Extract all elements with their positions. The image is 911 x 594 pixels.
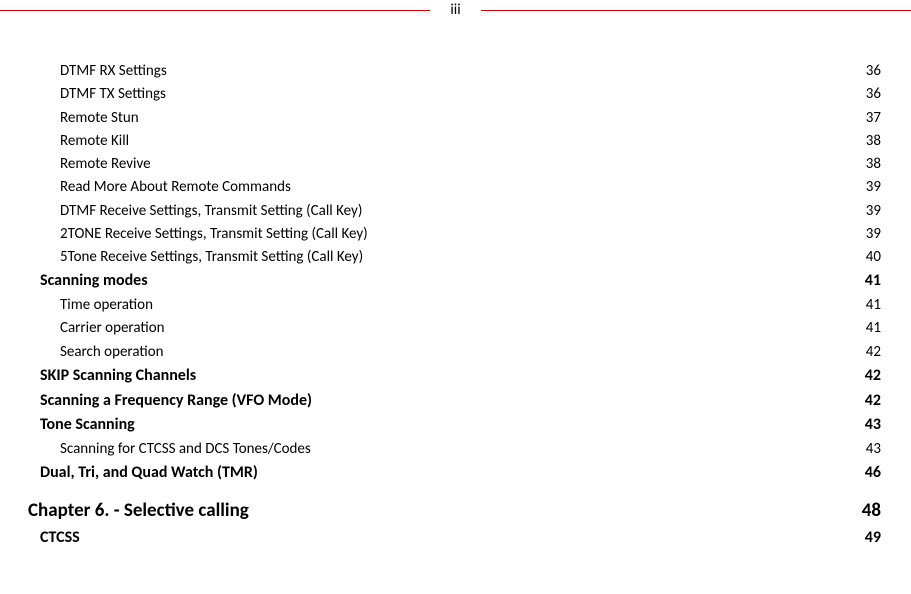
toc-entry-title: Time operation (60, 294, 153, 317)
toc-entry-page: 43 (865, 413, 883, 438)
toc-entry-page: 38 (866, 153, 883, 176)
toc-entry-page: 36 (866, 60, 883, 83)
toc-entry-title: Search operation (60, 341, 164, 364)
page-header: iii (0, 0, 911, 20)
toc-row: Scanning for CTCSS and DCS Tones/Codes 43 (28, 438, 883, 461)
toc-row: Carrier operation 41 (28, 317, 883, 340)
toc-entry-title: Scanning a Frequency Range (VFO Mode) (40, 389, 312, 414)
toc-row: Time operation 41 (28, 294, 883, 317)
toc-row: Read More About Remote Commands 39 (28, 176, 883, 199)
toc-entry-title: Dual, Tri, and Quad Watch (TMR) (40, 461, 258, 486)
toc-row: Dual, Tri, and Quad Watch (TMR) 46 (28, 461, 883, 486)
toc-entry-page: 41 (866, 317, 883, 340)
toc-row: CTCSS 49 (28, 526, 883, 551)
toc-entry-page: 42 (865, 364, 883, 389)
toc-entry-page: 40 (866, 246, 883, 269)
page-number: iii (448, 1, 462, 19)
toc-row: Search operation 42 (28, 341, 883, 364)
toc-entry-page: 39 (866, 200, 883, 223)
toc-entry-page: 48 (862, 496, 883, 525)
toc-row: 2TONE Receive Settings, Transmit Setting… (28, 223, 883, 246)
toc-entry-page: 43 (866, 438, 883, 461)
toc-entry-page: 37 (866, 107, 883, 130)
toc-entry-title: Read More About Remote Commands (60, 176, 291, 199)
toc-row: Remote Stun 37 (28, 107, 883, 130)
toc-row: Scanning modes 41 (28, 269, 883, 294)
toc-row: Remote Revive 38 (28, 153, 883, 176)
toc-entry-page: 39 (866, 176, 883, 199)
toc-entry-title: Remote Stun (60, 107, 139, 130)
toc-entry-page: 38 (866, 130, 883, 153)
toc-entry-title: Chapter 6. - Selective calling (28, 496, 249, 525)
toc-entry-title: SKIP Scanning Channels (40, 364, 196, 389)
toc-entry-page: 42 (865, 389, 883, 414)
toc-entry-title: CTCSS (40, 526, 80, 551)
toc-entry-title: Remote Revive (60, 153, 151, 176)
toc-entry-page: 39 (866, 223, 883, 246)
toc-entry-title: Carrier operation (60, 317, 165, 340)
toc-row: DTMF TX Settings 36 (28, 83, 883, 106)
toc-entry-page: 41 (865, 269, 883, 294)
toc-row: Remote Kill 38 (28, 130, 883, 153)
toc-entry-page: 41 (866, 294, 883, 317)
toc-row: 5Tone Receive Settings, Transmit Setting… (28, 246, 883, 269)
toc-entry-title: Scanning modes (40, 269, 148, 294)
toc-entry-title: DTMF TX Settings (60, 83, 166, 106)
toc-entry-title: Remote Kill (60, 130, 129, 153)
toc-entry-title: DTMF RX Settings (60, 60, 167, 83)
toc-entry-title: Tone Scanning (40, 413, 135, 438)
toc-entry-title: DTMF Receive Settings, Transmit Setting … (60, 200, 362, 223)
toc-entry-title: 5Tone Receive Settings, Transmit Setting… (60, 246, 363, 269)
toc-entry-page: 46 (865, 461, 883, 486)
toc-entry-title: Scanning for CTCSS and DCS Tones/Codes (60, 438, 311, 461)
toc-row: DTMF Receive Settings, Transmit Setting … (28, 200, 883, 223)
toc-entry-title: 2TONE Receive Settings, Transmit Setting… (60, 223, 368, 246)
header-rule-left (0, 10, 430, 11)
toc-row: DTMF RX Settings 36 (28, 60, 883, 83)
toc-row: Tone Scanning 43 (28, 413, 883, 438)
toc-entry-page: 36 (866, 83, 883, 106)
table-of-contents: DTMF RX Settings36DTMF TX Settings36Remo… (0, 20, 911, 550)
toc-row: Scanning a Frequency Range (VFO Mode) 42 (28, 389, 883, 414)
header-rule-right (481, 10, 911, 11)
toc-row: SKIP Scanning Channels 42 (28, 364, 883, 389)
toc-entry-page: 49 (865, 526, 883, 551)
toc-row: Chapter 6. - Selective calling 48 (28, 496, 883, 525)
toc-entry-page: 42 (866, 341, 883, 364)
